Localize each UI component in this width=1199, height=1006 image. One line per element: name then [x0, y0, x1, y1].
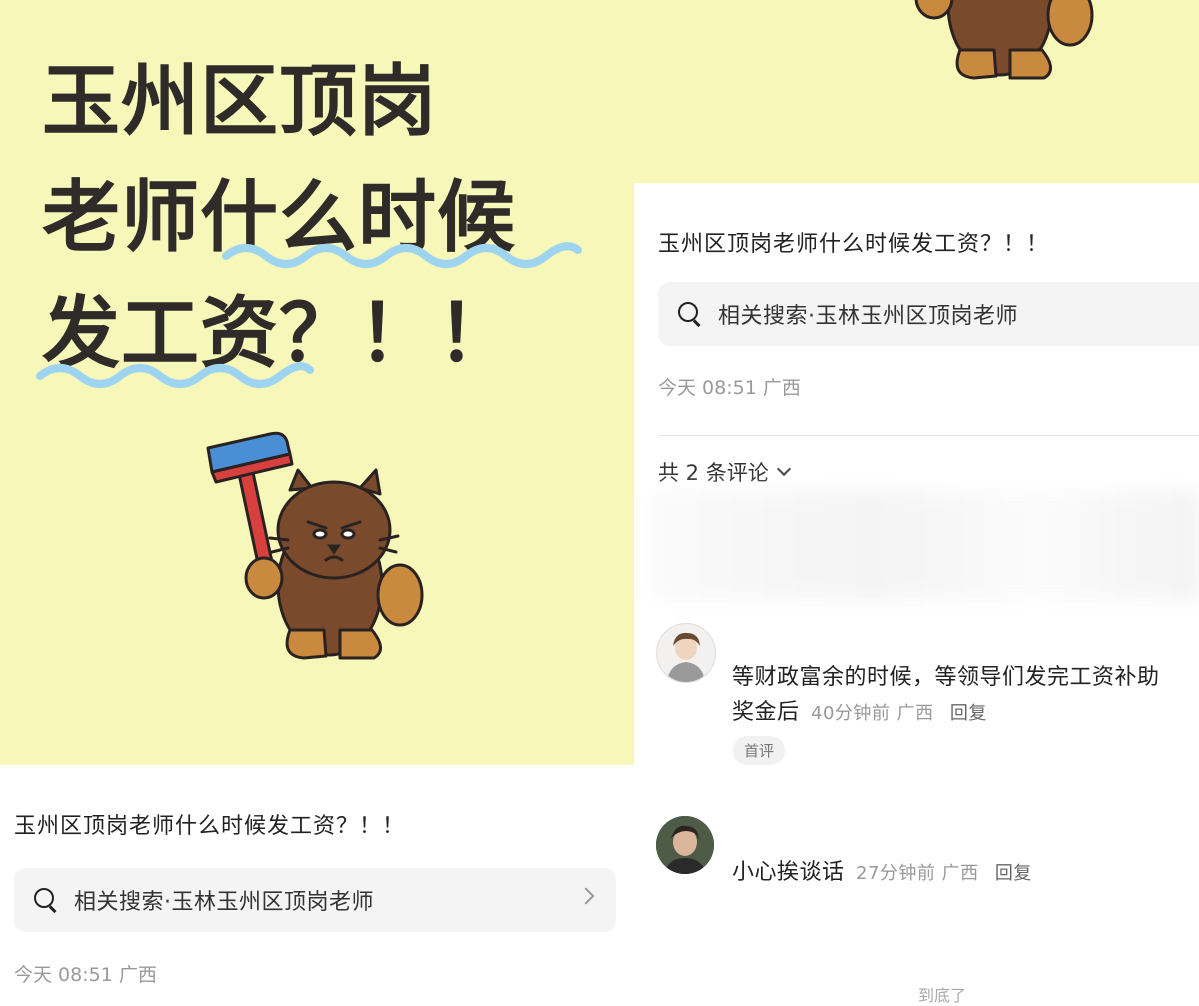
post-title: 玉州区顶岗老师什么时候发工资？！！: [658, 232, 1050, 257]
related-search-label: 相关搜索·玉林玉州区顶岗老师: [718, 304, 1018, 329]
comments-count-label: 共 2 条评论: [658, 461, 769, 485]
first-comment-badge: 首评: [733, 736, 786, 765]
reply-button[interactable]: 回复: [950, 703, 987, 724]
squiggle-underline-1: [222, 242, 582, 268]
post-image-cropped[interactable]: [634, 0, 1199, 183]
avatar[interactable]: [656, 623, 716, 683]
post-meta: 今天 08:51 广西: [658, 377, 801, 399]
related-search-label: 相关搜索·玉林玉州区顶岗老师: [74, 890, 374, 915]
comment-text: 小心挨谈话: [732, 860, 845, 885]
related-search-bar[interactable]: 相关搜索·玉林玉州区顶岗老师: [658, 282, 1199, 346]
reply-button[interactable]: 回复: [995, 863, 1032, 884]
squiggle-underline-2: [36, 362, 314, 388]
post-title: 玉州区顶岗老师什么时候发工资？！！: [14, 814, 406, 839]
comment-location: 广西: [941, 863, 979, 884]
end-of-comments-label: 到底了: [918, 986, 967, 1005]
divider: [658, 435, 1199, 436]
post-meta: 今天 08:51 广西: [14, 964, 157, 986]
chevron-down-icon: [776, 461, 791, 477]
related-search-bar[interactable]: 相关搜索·玉林玉州区顶岗老师: [14, 868, 616, 932]
right-post-panel: 玉州区顶岗老师什么时候发工资？！！ 相关搜索·玉林玉州区顶岗老师 今天 08:5…: [634, 0, 1199, 1005]
left-post-panel: 玉州区顶岗 老师什么时候 发工资？！！ 玉州区顶岗老师什么时候发工资？！！ 相关…: [0, 0, 634, 991]
comment-time: 27分钟前: [856, 863, 936, 884]
comment-meta: 40分钟前 广西 回复: [811, 703, 987, 724]
search-icon: [678, 302, 702, 326]
comment-time: 40分钟前: [811, 703, 891, 724]
blurred-content: [654, 490, 1199, 600]
post-image[interactable]: 玉州区顶岗 老师什么时候 发工资？！！: [0, 0, 634, 765]
avatar-illustration: [667, 632, 705, 682]
avatar-illustration: [656, 816, 714, 874]
comment-item: 小心挨谈话 27分钟前 广西 回复: [732, 855, 1172, 891]
cat-with-hammer-illustration: [206, 431, 424, 660]
comment-location: 广西: [896, 703, 934, 724]
comments-count-toggle[interactable]: 共 2 条评论: [658, 457, 791, 487]
comment-meta: 27分钟前 广西 回复: [856, 863, 1032, 884]
comment-item: 等财政富余的时候，等领导们发完工资补助奖金后 40分钟前 广西 回复: [732, 660, 1172, 731]
cat-with-hammer-illustration: [914, 0, 1094, 80]
chevron-right-icon: [577, 887, 595, 905]
search-icon: [34, 888, 58, 912]
poster-title: 玉州区顶岗 老师什么时候 发工资？！！: [42, 57, 517, 379]
avatar[interactable]: [656, 816, 714, 874]
